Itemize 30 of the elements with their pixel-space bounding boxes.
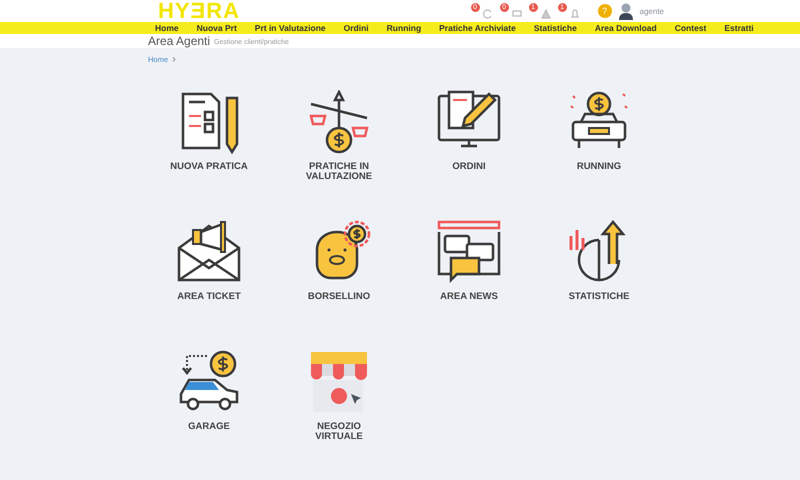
dashboard-tile[interactable]: GARAGE [144, 350, 274, 480]
dashboard-tile[interactable]: RUNNING [534, 90, 664, 220]
page-title: Area Agenti [148, 34, 210, 48]
dashboard-tile[interactable]: BORSELLINO [274, 220, 404, 350]
dashboard-tile[interactable]: AREA TICKET [144, 220, 274, 350]
nav-link[interactable]: Contest [666, 22, 716, 33]
scale-coin-icon [307, 90, 371, 154]
dashboard-tile[interactable]: PRATICHE IN VALUTAZIONE [274, 90, 404, 220]
bell-icon[interactable] [570, 9, 580, 19]
nav-link[interactable]: Home [146, 22, 188, 33]
chat-window-icon [437, 220, 501, 284]
dashboard-tile[interactable]: AREA NEWS [404, 220, 534, 350]
nav-link[interactable]: Prt in Valutazione [246, 22, 335, 33]
nav-link[interactable]: Running [378, 22, 430, 33]
chevron-icon [172, 57, 176, 62]
refresh-icon[interactable] [482, 9, 493, 19]
nav-link[interactable]: Ordini [334, 22, 378, 33]
dashboard-tile[interactable]: NEGOZIO VIRTUALE [274, 350, 404, 480]
warning-icon[interactable] [540, 9, 551, 19]
nav-link[interactable]: Estratti [715, 22, 763, 33]
chat-icon[interactable] [512, 9, 522, 19]
dashboard-tile[interactable]: NUOVA PRATICA [144, 90, 274, 220]
dashboard-tile[interactable]: ORDINI [404, 90, 534, 220]
nav-link[interactable]: Pratiche Archiviate [430, 22, 525, 33]
nav-link[interactable]: Statistiche [524, 22, 586, 33]
user-avatar-icon[interactable] [618, 2, 634, 20]
envelope-megaphone-icon [177, 220, 241, 284]
nav-link[interactable]: Nuova Prt [188, 22, 246, 33]
dashboard-tile[interactable]: STATISTICHE [534, 220, 664, 350]
nav-link[interactable]: Area Download [586, 22, 666, 33]
